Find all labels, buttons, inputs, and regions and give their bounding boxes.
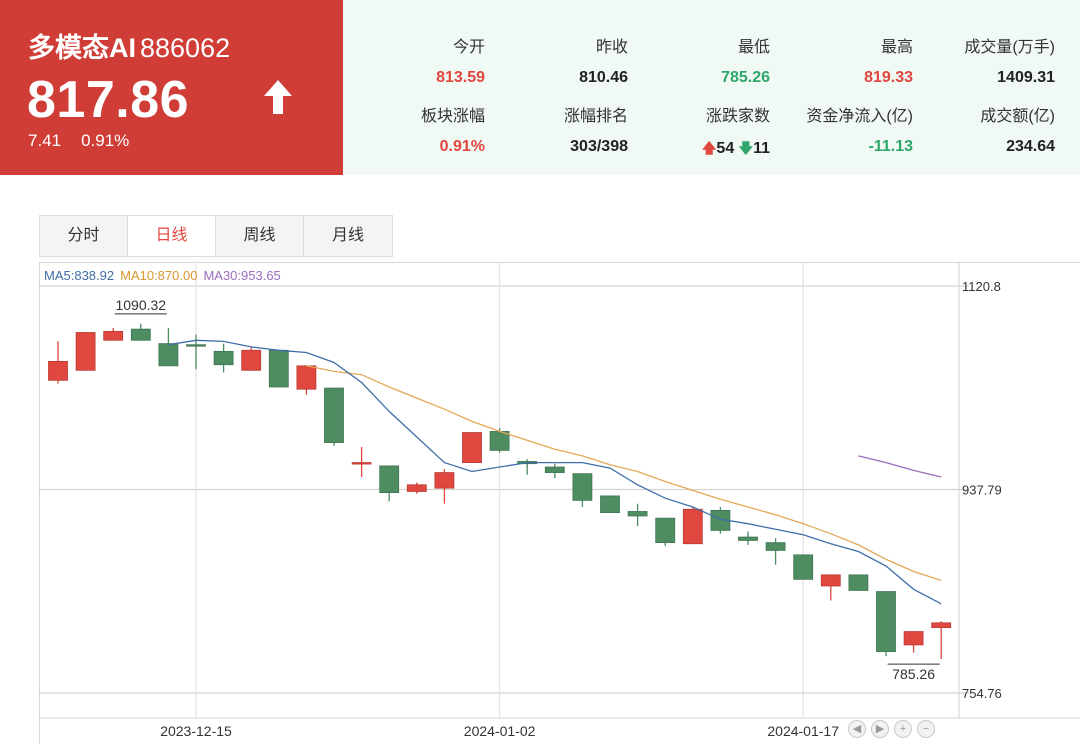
stat-sector-gain: 板块涨幅 0.91% (335, 102, 485, 156)
stat-value: 813.59 (436, 69, 485, 86)
stat-label: 今开 (452, 39, 485, 56)
period-tabs: 分时 日线 周线 月线 (39, 215, 393, 257)
low-annotation: 785.26 (892, 666, 935, 682)
arrow-up-icon (264, 80, 292, 114)
candle-body (351, 462, 372, 465)
stat-prev-close: 昨收 810.46 (478, 33, 628, 87)
stat-label: 最低 (737, 39, 770, 56)
tab-intraday[interactable]: 分时 (40, 216, 128, 256)
stat-rank: 涨幅排名 303/398 (478, 102, 628, 156)
stat-value: 1409.31 (997, 69, 1055, 86)
quote-panel: 多模态AI 886062 817.86 7.41 0.91% (0, 0, 343, 175)
candle-body (406, 484, 427, 492)
stat-label: 涨幅排名 (563, 108, 628, 125)
stat-net-inflow: 资金净流入(亿) -11.13 (763, 102, 913, 156)
stat-label: 资金净流入(亿) (806, 108, 913, 125)
candle-body (213, 350, 234, 366)
stat-value: 🡅54 🡇11 (620, 138, 770, 162)
zoom-out-icon[interactable]: − (917, 720, 935, 738)
stat-open: 今开 813.59 (335, 33, 485, 87)
candle-body (544, 466, 565, 473)
candle-body (75, 332, 96, 371)
stat-advance-decline: 涨跌家数 🡅54 🡇11 (620, 102, 770, 162)
ma30-line (858, 455, 942, 478)
candle-body (627, 511, 648, 517)
candle-body (186, 344, 206, 347)
stat-low: 最低 785.26 (620, 33, 770, 87)
current-price: 817.86 (27, 71, 190, 129)
stat-value: 234.64 (1006, 138, 1055, 155)
candle-body (876, 591, 896, 652)
price-change: 7.41 0.91% (28, 131, 129, 151)
stat-volume: 成交量(万手) 1409.31 (905, 33, 1055, 87)
tab-weekly[interactable]: 周线 (216, 216, 304, 256)
candle-body (931, 622, 952, 628)
sector-name: 多模态AI (28, 33, 136, 63)
y-tick-label: 1120.8 (962, 279, 1001, 294)
candle-body (848, 574, 869, 591)
arrow-down-icon: 🡇 (738, 140, 754, 156)
zoom-in-icon[interactable]: + (894, 720, 912, 738)
candlestick-chart[interactable]: 1120.8 937.79 754.76 2023-12-15 2024-01-02 20… (0, 262, 1080, 744)
x-tick-label: 2024-01-17 (767, 723, 839, 739)
stat-high: 最高 819.33 (763, 33, 913, 87)
change-percent: 0.91% (81, 131, 130, 150)
y-tick-label: 937.79 (962, 482, 1002, 497)
candle-body (103, 330, 124, 341)
ma-legend: MA5:838.92 MA10:870.00 MA30:953.65 (44, 268, 287, 283)
stat-label: 昨收 (595, 39, 628, 56)
candle-body (268, 349, 289, 388)
stat-label: 板块涨幅 (420, 108, 485, 125)
stat-value: -11.13 (868, 138, 913, 155)
ma10-legend: MA10:870.00 (120, 268, 198, 283)
stat-label: 涨跌家数 (705, 108, 770, 125)
candle-body (820, 574, 841, 587)
candle-body (379, 465, 400, 493)
candle-body (241, 349, 262, 371)
candle-body (600, 495, 620, 514)
stat-label: 最高 (880, 39, 913, 56)
high-annotation: 1090.32 (115, 297, 166, 313)
stat-value: 810.46 (579, 69, 628, 86)
stat-value: 0.91% (439, 138, 485, 155)
candle-body (655, 517, 676, 544)
stat-value: 819.33 (864, 69, 913, 86)
candle-body (462, 432, 482, 463)
candle-body (324, 387, 344, 443)
stat-value: 303/398 (570, 138, 628, 155)
candle-body (572, 473, 593, 501)
arrow-left-icon[interactable]: ◀ (848, 720, 866, 738)
sector-code: 886062 (140, 33, 231, 63)
tab-monthly[interactable]: 月线 (304, 216, 392, 256)
chart-nav: ◀ ▶ + − (848, 720, 935, 738)
candle-body (434, 472, 455, 489)
sector-title: 多模态AI 886062 (28, 26, 230, 65)
stat-label: 成交额(亿) (980, 108, 1055, 125)
arrow-up-icon: 🡅 (702, 140, 717, 156)
x-tick-label: 2024-01-02 (464, 723, 536, 739)
x-tick-label: 2023-12-15 (160, 723, 232, 739)
ma5-legend: MA5:838.92 (44, 268, 115, 283)
candle-body (765, 542, 786, 551)
candle-body (489, 431, 510, 451)
candle-body (793, 554, 814, 580)
advance-count: 54 (716, 140, 735, 157)
candle-body (903, 631, 924, 646)
candle-body (130, 328, 151, 341)
stat-label: 成交量(万手) (964, 39, 1055, 56)
candle-body (738, 536, 758, 541)
candle-body (296, 365, 317, 390)
candle-body (682, 508, 703, 545)
change-value: 7.41 (28, 131, 62, 150)
stats-panel: 今开 813.59 昨收 810.46 最低 785.26 最高 819.33 … (343, 0, 1080, 175)
y-tick-label: 754.76 (962, 686, 1002, 701)
arrow-right-icon[interactable]: ▶ (871, 720, 889, 738)
stat-turnover: 成交额(亿) 234.64 (905, 102, 1055, 156)
ma30-legend: MA30:953.65 (203, 268, 281, 283)
stat-value: 785.26 (721, 69, 770, 86)
candle-body (48, 360, 68, 381)
candle-body (158, 343, 179, 367)
tab-daily[interactable]: 日线 (128, 216, 216, 256)
